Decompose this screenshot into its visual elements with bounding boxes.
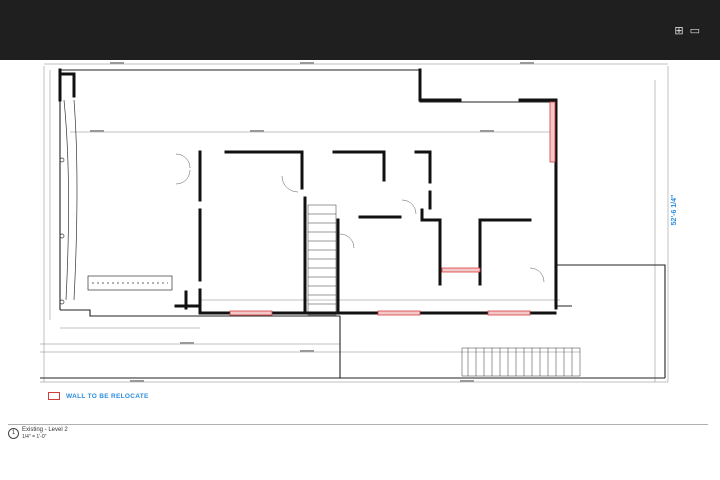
left-planter	[59, 99, 173, 305]
stair	[307, 204, 337, 316]
legend: WALL TO BE RELOCATE	[48, 392, 149, 400]
legend-label: WALL TO BE RELOCATE	[66, 392, 149, 400]
dimension-lines	[40, 63, 669, 383]
exterior-steps	[461, 347, 581, 377]
options-icon[interactable]: ▭	[690, 24, 706, 37]
walls-to-relocate	[229, 101, 556, 316]
grid-icon[interactable]: ⊞	[674, 24, 689, 37]
title-block: 1 Existing - Level 2 1/4" = 1'-0"	[8, 424, 708, 440]
title-rule	[8, 424, 708, 425]
toolbar-icons[interactable]: ⊞▭	[674, 24, 706, 37]
dimension-tick-marks	[90, 62, 534, 382]
viewer-toolbar: ⊞▭	[0, 0, 720, 60]
legend-swatch	[48, 392, 60, 400]
view-scale: 1/4" = 1'-0"	[22, 434, 47, 440]
overall-depth-dimension: 52'-6 1/4"	[671, 195, 678, 226]
view-name: Existing - Level 2	[22, 427, 68, 433]
view-number: 1	[8, 428, 19, 439]
floor-plan-drawing: 52'-6 1/4"	[40, 62, 678, 383]
exterior-outline	[40, 69, 666, 379]
